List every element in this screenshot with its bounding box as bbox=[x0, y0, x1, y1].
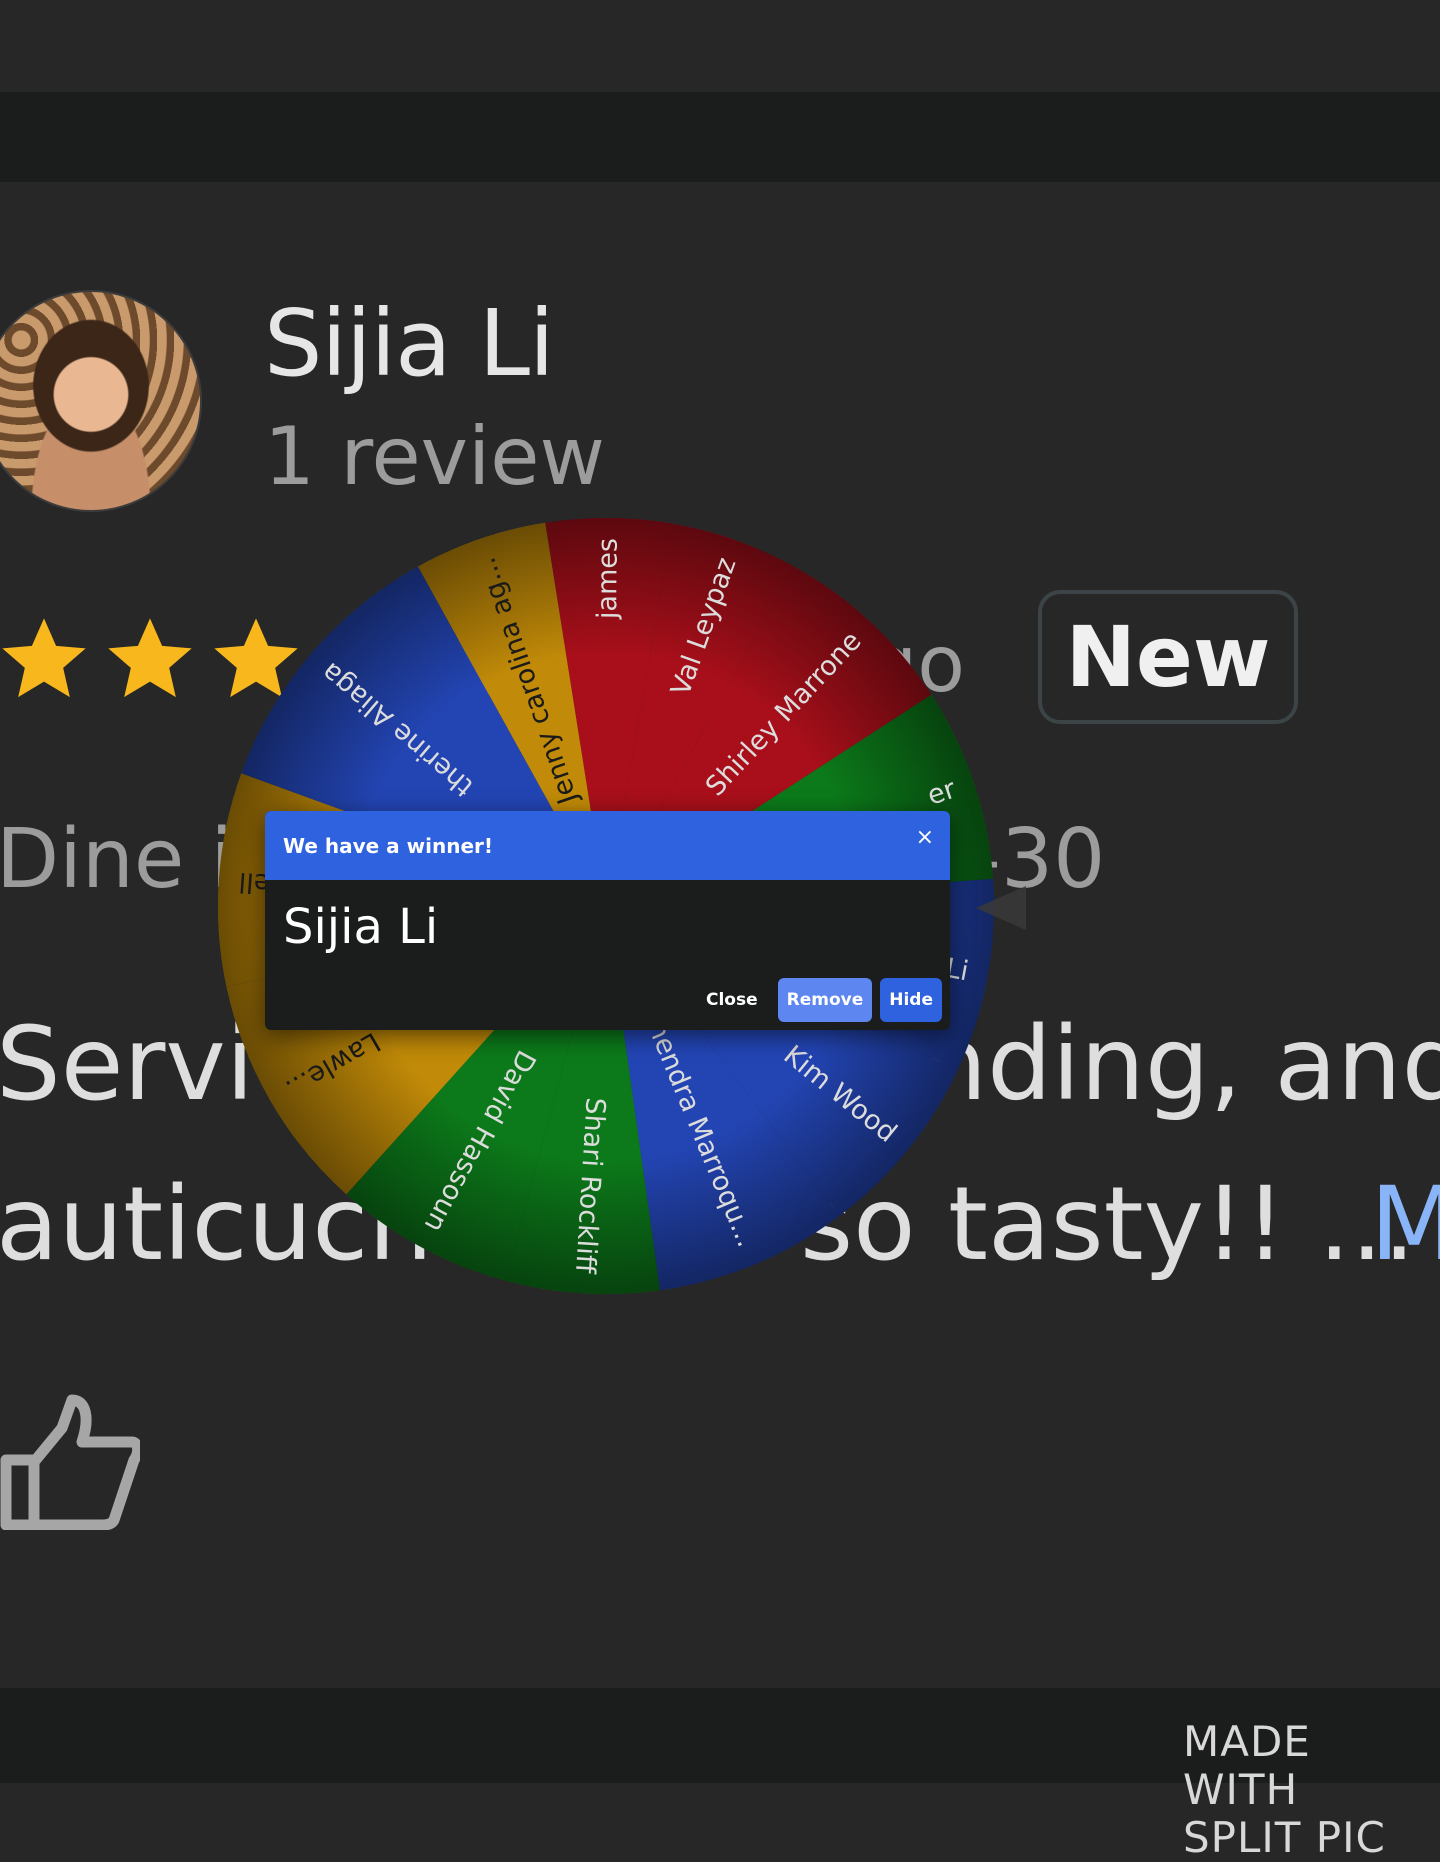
close-icon[interactable]: × bbox=[916, 825, 934, 850]
winner-dialog: We have a winner! × Sijia Li Close Remov… bbox=[265, 811, 950, 1030]
star-icon bbox=[100, 610, 200, 710]
dialog-actions: Close Remove Hide bbox=[694, 978, 942, 1022]
thumbs-up-icon[interactable] bbox=[0, 1390, 144, 1531]
star-icon bbox=[0, 610, 94, 710]
new-badge: New bbox=[1038, 590, 1298, 724]
watermark-line2: SPLIT PIC bbox=[1183, 1813, 1386, 1862]
reviewer-name[interactable]: Sijia Li bbox=[264, 290, 555, 397]
wheel-pointer bbox=[976, 886, 1026, 930]
more-link[interactable]: M bbox=[1370, 1165, 1440, 1284]
hide-button[interactable]: Hide bbox=[880, 978, 942, 1022]
close-button[interactable]: Close bbox=[694, 978, 770, 1022]
watermark: MADE WITH SPLIT PIC bbox=[1183, 1718, 1440, 1862]
dialog-header: We have a winner! × bbox=[265, 811, 950, 880]
reviewer-avatar bbox=[0, 290, 202, 512]
top-bar bbox=[0, 92, 1440, 182]
remove-button[interactable]: Remove bbox=[777, 978, 873, 1022]
wheel-segment-label: james bbox=[592, 538, 624, 620]
dialog-title: We have a winner! bbox=[283, 833, 493, 858]
winner-name: Sijia Li bbox=[283, 899, 439, 955]
review-count: 1 review bbox=[264, 410, 605, 503]
